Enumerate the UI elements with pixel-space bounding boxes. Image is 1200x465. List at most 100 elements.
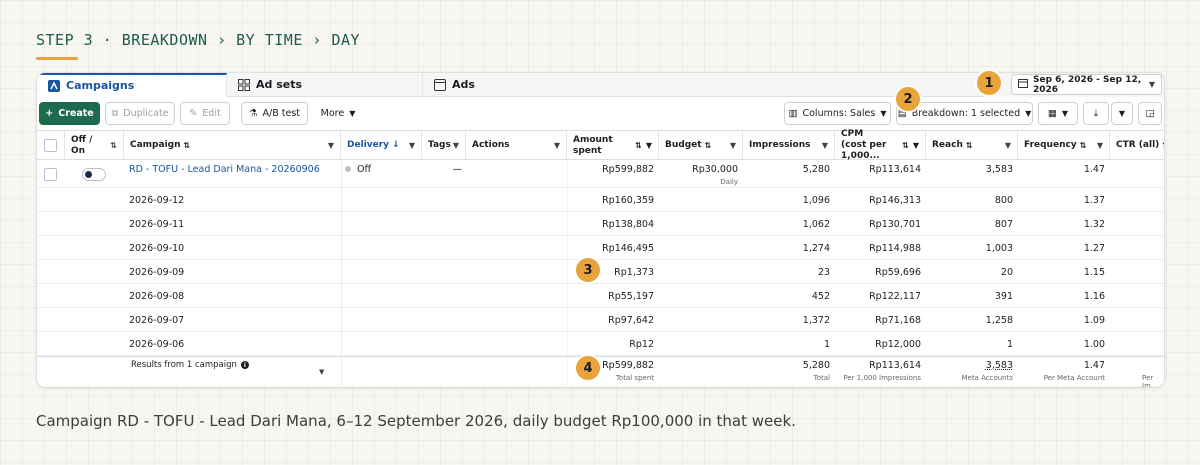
breakdown-row: 2026-09-06 Rp12 1 Rp12,000 1 1.00 <box>37 332 1164 356</box>
reports-button[interactable]: ▦ ▼ <box>1038 102 1078 125</box>
column-header-tags[interactable]: Tags ▼ <box>422 131 466 160</box>
breakdown-row: 2026-09-08 Rp55,197 452 Rp122,117 391 1.… <box>37 284 1164 308</box>
export-button[interactable]: ⤓ <box>1083 102 1109 125</box>
column-header-budget[interactable]: Budget ⇅ ▼ <box>659 131 743 160</box>
delivery-status-text: Off <box>357 163 372 175</box>
column-header-frequency[interactable]: Frequency ⇅ ▼ <box>1018 131 1110 160</box>
day-cpm: Rp146,313 <box>869 194 921 206</box>
chevron-down-icon: ▼ <box>1096 141 1103 150</box>
budget-header-label: Budget <box>665 140 702 150</box>
total-reach-label: Meta Accounts <box>961 374 1013 382</box>
total-ctr-label: Per Im <box>1142 374 1154 387</box>
chevron-down-icon: ▼ <box>821 141 828 150</box>
ad-icon <box>433 78 446 91</box>
callout-badge: 3 <box>576 258 600 282</box>
chevron-down-icon: ▼ <box>553 141 560 150</box>
info-icon[interactable]: i <box>240 361 249 369</box>
columns-icon: ▥ <box>788 108 798 119</box>
total-cpm-label: Per 1,000 Impressions <box>843 374 921 382</box>
breakdown-label: Breakdown: 1 selected <box>911 108 1021 119</box>
breakdown-row: 2026-09-12 Rp160,359 1,096 Rp146,313 800… <box>37 188 1164 212</box>
sort-icon: ⇅ <box>1162 140 1164 151</box>
callout-badge: 2 <box>896 87 920 111</box>
day-amount-spent: Rp12 <box>629 338 654 350</box>
day-date: 2026-09-08 <box>129 290 185 302</box>
day-impressions: 1,372 <box>802 314 830 326</box>
column-header-reach[interactable]: Reach ⇅ ▼ <box>926 131 1018 160</box>
column-header-off-on[interactable]: Off / On ⇅ <box>65 131 124 160</box>
total-impressions-label: Total <box>813 374 830 382</box>
chevron-down-icon: ▼ <box>1148 80 1155 89</box>
create-label: Create <box>58 108 94 119</box>
step-title: STEP 3 · BREAKDOWN › BY TIME › DAY <box>36 31 361 49</box>
sort-icon: ⇅ <box>183 141 191 150</box>
sort-icon: ⇅ <box>965 141 973 150</box>
row-checkbox[interactable] <box>44 167 57 181</box>
columns-button[interactable]: ▥ Columns: Sales ▼ <box>784 102 891 125</box>
tab-ad-sets[interactable]: Ad sets <box>227 73 423 97</box>
tab-label: Ads <box>452 78 475 91</box>
off-on-label: Off / On <box>71 134 93 156</box>
day-amount-spent: Rp55,197 <box>608 290 654 302</box>
impressions-header-label: Impressions <box>749 140 811 150</box>
duplicate-label: Duplicate <box>123 108 169 119</box>
reach-header-label: Reach <box>932 140 963 150</box>
total-frequency-label: Per Meta Account <box>1043 374 1105 382</box>
chevron-down-icon: ▼ <box>1025 109 1032 118</box>
day-reach: 1,258 <box>985 314 1013 326</box>
delivery-status: Off <box>345 162 371 176</box>
chevron-down-icon: ▼ <box>327 141 334 150</box>
campaign-name-link[interactable]: RD - TOFU - Lead Dari Mana - 20260906 <box>129 162 320 176</box>
export-options-button[interactable]: ▼ <box>1111 102 1133 125</box>
column-header-impressions[interactable]: Impressions ▼ <box>743 131 835 160</box>
sort-down-icon: ↓ <box>392 140 400 150</box>
date-range-picker[interactable]: Sep 6, 2026 - Sep 12, 2026 ▼ <box>1011 74 1162 95</box>
total-impressions: 5,280 <box>802 359 830 371</box>
duplicate-button[interactable]: ⧉ Duplicate <box>105 102 175 125</box>
day-cpm: Rp114,988 <box>869 242 921 254</box>
select-all-checkbox[interactable] <box>44 139 57 152</box>
total-cpm: Rp113,614 <box>869 359 921 371</box>
flask-icon: ⚗ <box>248 108 258 119</box>
ab-test-label: A/B test <box>262 108 300 119</box>
step-underline <box>36 57 78 60</box>
day-date: 2026-09-07 <box>129 314 185 326</box>
tags-header-label: Tags <box>428 140 451 150</box>
sort-icon: ⇅ <box>1079 141 1087 150</box>
totals-row: Results from 1 campaign i ▼ Rp599,882 To… <box>37 356 1164 387</box>
day-frequency: 1.37 <box>1083 194 1105 206</box>
day-cpm: Rp130,701 <box>869 218 921 230</box>
column-header-ctr[interactable]: CTR (all) ⇅ <box>1110 131 1164 160</box>
chevron-down-icon: ▼ <box>349 109 356 118</box>
day-reach: 800 <box>994 194 1013 206</box>
cpm-header-label: CPM (cost per 1,000... <box>841 129 887 161</box>
cpm-value: Rp113,614 <box>869 163 921 175</box>
edit-button[interactable]: ✎ Edit <box>180 102 230 125</box>
chart-button[interactable]: ◲ <box>1138 102 1162 125</box>
select-all-cell <box>37 131 65 160</box>
day-impressions: 1,274 <box>802 242 830 254</box>
ab-test-button[interactable]: ⚗ A/B test <box>241 102 308 125</box>
column-header-delivery[interactable]: Delivery ↓ ▼ <box>341 131 422 160</box>
total-frequency: 1.47 <box>1083 359 1105 371</box>
day-cpm: Rp122,117 <box>869 290 921 302</box>
column-header-amount-spent[interactable]: Amount spent ⇅ ▼ <box>567 131 659 160</box>
tab-campaigns[interactable]: Campaigns <box>37 73 227 97</box>
breakdown-row: 2026-09-07 Rp97,642 1,372 Rp71,168 1,258… <box>37 308 1164 332</box>
day-frequency: 1.00 <box>1083 338 1105 350</box>
more-button[interactable]: More ▼ <box>315 102 361 125</box>
create-button[interactable]: + Create <box>39 102 100 125</box>
callout-badge: 1 <box>977 71 1001 95</box>
day-impressions: 1,096 <box>802 194 830 206</box>
column-header-cpm[interactable]: CPM (cost per 1,000... ⇅ ▼ <box>835 129 926 161</box>
campaign-toggle[interactable] <box>82 167 106 181</box>
frequency-value: 1.47 <box>1083 163 1105 175</box>
chart-icon: ◲ <box>1145 108 1155 119</box>
chevron-down-icon[interactable]: ▼ <box>319 365 324 379</box>
day-impressions: 23 <box>817 266 830 278</box>
column-header-campaign[interactable]: Campaign ⇅ ▼ <box>124 131 341 160</box>
column-header-actions[interactable]: Actions ▼ <box>466 131 567 160</box>
day-frequency: 1.09 <box>1083 314 1105 326</box>
campaign-row[interactable]: RD - TOFU - Lead Dari Mana - 20260906 Of… <box>37 160 1164 188</box>
day-cpm: Rp71,168 <box>875 314 921 326</box>
